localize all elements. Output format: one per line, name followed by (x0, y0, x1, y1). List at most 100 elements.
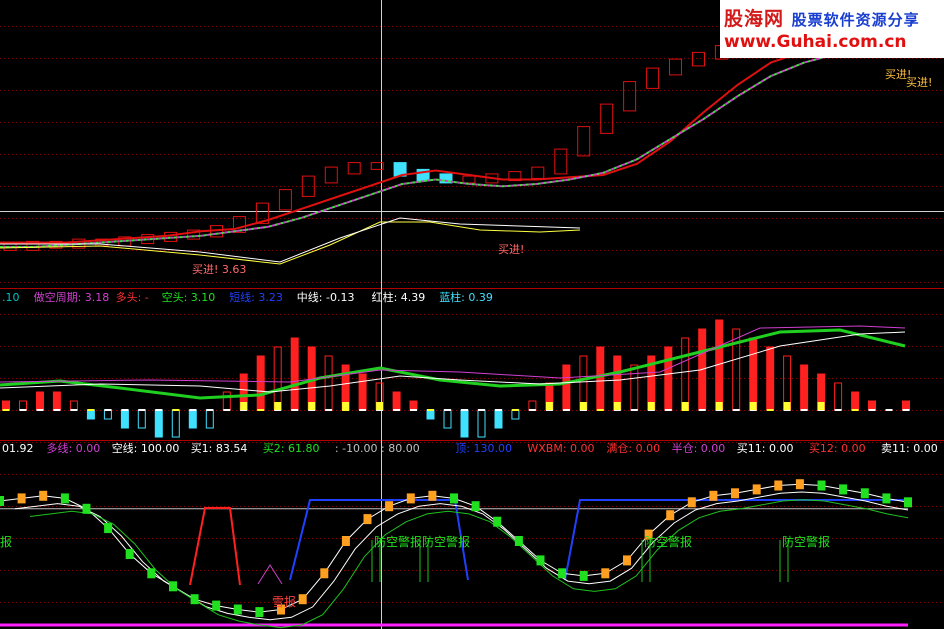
oscillator-block (471, 501, 480, 512)
macd-base-mark (87, 409, 95, 411)
macd-cyan-bar (188, 409, 197, 429)
oscillator-block (320, 568, 329, 579)
oscillator-block (104, 523, 113, 534)
macd-red-bar (256, 355, 265, 411)
macd-base-mark (664, 409, 672, 411)
price-ma-magenta (0, 41, 906, 248)
price-candle (600, 103, 614, 134)
oscillator-legend-item: 买11: 0.00 (737, 442, 794, 455)
indicator-legend-item: 空头: 3.10 (162, 290, 216, 304)
macd-red-bar (868, 400, 876, 411)
buy-signal-label: 买进! 3.63 (192, 263, 246, 276)
oscillator-block (363, 514, 372, 525)
macd-red-bar (290, 337, 299, 411)
oscillator-block (428, 490, 437, 501)
macd-base-mark (359, 409, 367, 411)
oscillator-block (341, 536, 350, 546)
oscillator-block (860, 488, 869, 499)
oscillator-legend-item: 顶: 130.00 (455, 442, 512, 455)
oscillator-block (450, 493, 458, 504)
macd-yellow-bar (579, 402, 587, 410)
price-candle (278, 189, 292, 211)
price-ma-red (0, 41, 906, 244)
watermark: 股海网 股票软件资源分享 www.Guhai.com.cn (720, 0, 944, 58)
macd-red-bar (2, 400, 10, 411)
macd-cyan-bar (103, 409, 112, 420)
macd-yellow-bar (715, 402, 723, 410)
macd-base-mark (511, 409, 519, 411)
macd-red-bar (409, 400, 418, 411)
indicator-legend-item: 红柱: 4.39 (372, 290, 426, 304)
oscillator-block (579, 570, 588, 581)
indicator-legend-item: 中线: -0.13 (297, 290, 355, 304)
price-candle (577, 126, 591, 157)
oscillator-block (82, 503, 91, 514)
full-position-signal (189, 507, 241, 586)
macd-cyan-bar (477, 409, 486, 438)
macd-base-mark (291, 409, 299, 411)
macd-yellow-bar (681, 402, 689, 410)
oscillator-block (795, 479, 804, 490)
macd-yellow-bar (545, 402, 553, 410)
price-candle (462, 175, 476, 184)
macd-base-mark (223, 409, 231, 411)
macd-red-bar (902, 400, 910, 411)
oscillator-block (687, 497, 696, 508)
oscillator-block (839, 484, 848, 495)
oscillator-block (385, 501, 394, 512)
watermark-brand: 股海网 股票软件资源分享 (724, 8, 920, 30)
price-ma-white (0, 217, 581, 263)
price-ma-dotted (0, 41, 906, 248)
macd-red-bar (579, 355, 588, 411)
oscillator-block (774, 480, 783, 491)
macd-cyan-bar (120, 409, 129, 429)
macd-yellow-bar (342, 402, 350, 410)
oscillator-legend-item: 满仓: 0.00 (606, 441, 660, 455)
buy-signal-label: 买进! (498, 243, 524, 256)
oscillator-block (752, 484, 761, 495)
macd-yellow-bar (308, 402, 316, 410)
air-defense-alert-label: 防空警报 (782, 534, 830, 549)
macd-base-mark (393, 409, 401, 411)
oscillator-legend-item: : -10.00 : 80.00 (335, 442, 420, 455)
macd-cyan-bar (443, 409, 452, 429)
macd-base-mark (902, 409, 910, 411)
macd-base-mark (410, 409, 417, 411)
macd-base-mark (868, 409, 876, 411)
macd-red-bar (324, 355, 333, 411)
stock-chart: 买进! 3.63买进!买进!买进!.10 做空周期: 3.18 多头: - 空头: 3… (0, 0, 944, 629)
macd-red-bar (52, 391, 61, 411)
macd-base-mark (478, 409, 485, 411)
macd-base-mark (834, 409, 842, 411)
oscillator-block (406, 493, 415, 504)
macd-red-bar (766, 346, 775, 411)
price-candle (669, 58, 682, 76)
macd-yellow-bar (647, 402, 655, 410)
macd-cyan-bar (460, 409, 469, 438)
oscillator-block (709, 490, 718, 501)
macd-base-mark (766, 409, 774, 411)
oscillator-block (558, 568, 567, 579)
macd-cyan-bar (137, 409, 146, 429)
macd-yellow-bar (274, 402, 282, 410)
macd-base-mark (257, 409, 265, 411)
macd-base-mark (2, 409, 10, 411)
oscillator-block (17, 493, 26, 504)
oscillator-legend-item: 买2: 61.80 (263, 442, 320, 455)
macd-base-mark (36, 409, 44, 411)
macd-red-bar (783, 355, 792, 411)
indicator-legend-item: 做空周期: 3.18 (34, 290, 110, 304)
macd-yellow-bar (817, 402, 825, 410)
air-defense-alert-label: 防空警报 (644, 534, 692, 549)
oscillator-block (212, 600, 221, 611)
oscillator-block (601, 568, 610, 579)
oscillator-block (255, 607, 264, 618)
oscillator-block (125, 549, 134, 559)
macd-base-mark (104, 409, 112, 411)
macd-cyan-bar (171, 409, 180, 438)
macd-base-mark (121, 409, 129, 411)
air-defense-alert-label: 防空警报 (374, 534, 422, 549)
macd-base-mark (70, 409, 78, 411)
price-candle (347, 162, 361, 175)
price-candle (324, 166, 338, 184)
